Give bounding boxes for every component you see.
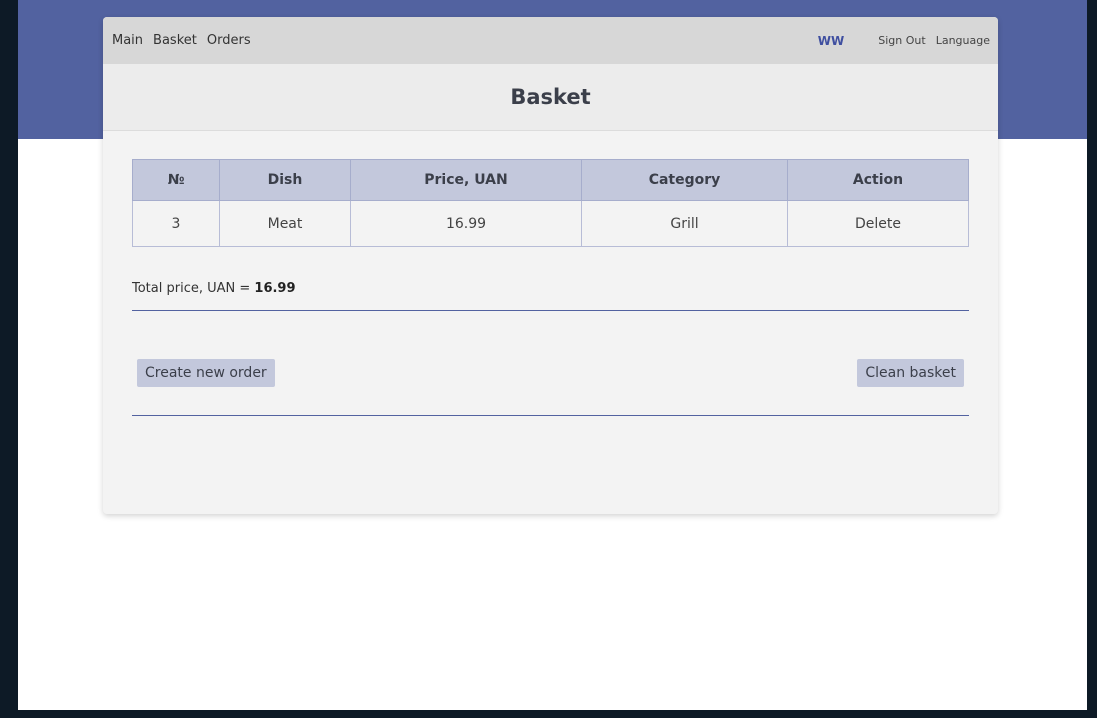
total-value: 16.99 <box>254 281 296 296</box>
basket-table: № Dish Price, UAN Category Action 3 Meat… <box>132 159 969 247</box>
table-row: 3 Meat 16.99 Grill Delete <box>132 200 969 247</box>
create-order-button[interactable]: Create new order <box>137 359 275 387</box>
cell-dish: Meat <box>219 200 351 247</box>
user-name: WW <box>817 33 845 48</box>
nav-link-main[interactable]: Main <box>112 33 143 48</box>
cell-price: 16.99 <box>350 200 582 247</box>
clean-basket-button[interactable]: Clean basket <box>857 359 964 387</box>
nav-right: WW Sign Out Language <box>818 34 990 48</box>
main-card: Main Basket Orders WW Sign Out Language … <box>103 17 998 514</box>
header-number: № <box>132 159 220 201</box>
content: № Dish Price, UAN Category Action 3 Meat… <box>103 131 998 416</box>
delete-link[interactable]: Delete <box>787 200 969 247</box>
title-bar: Basket <box>103 64 998 131</box>
header-action: Action <box>787 159 969 201</box>
cell-category: Grill <box>581 200 788 247</box>
nav-left: Main Basket Orders <box>112 33 261 48</box>
nav-link-orders[interactable]: Orders <box>207 33 251 48</box>
total-label: Total price, UAN = <box>132 281 255 296</box>
sign-out-link[interactable]: Sign Out <box>878 34 925 47</box>
page-title: Basket <box>510 85 591 109</box>
table-header-row: № Dish Price, UAN Category Action <box>132 159 969 201</box>
cell-number: 3 <box>132 200 220 247</box>
header-dish: Dish <box>219 159 351 201</box>
header-price: Price, UAN <box>350 159 582 201</box>
nav-link-basket[interactable]: Basket <box>153 33 197 48</box>
actions-bar: Create new order Clean basket <box>132 311 969 416</box>
navbar: Main Basket Orders WW Sign Out Language <box>103 17 998 64</box>
header-category: Category <box>581 159 788 201</box>
browser-viewport: Main Basket Orders WW Sign Out Language … <box>18 0 1087 710</box>
language-link[interactable]: Language <box>936 34 990 47</box>
total-price: Total price, UAN = 16.99 <box>132 281 969 311</box>
